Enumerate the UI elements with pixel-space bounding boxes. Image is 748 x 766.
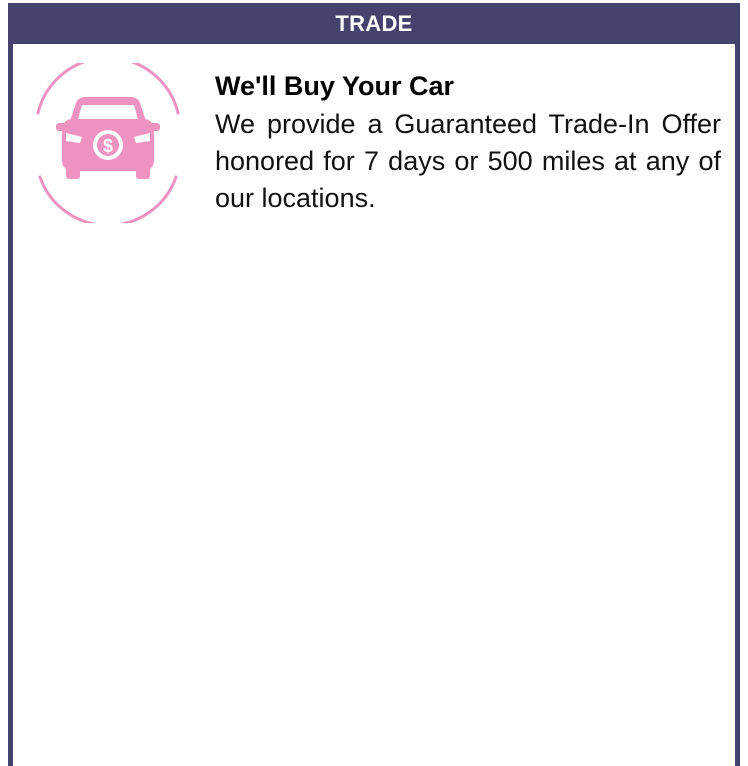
trade-panel: TRADE $ We'll Buy Your Car We provide a … — [8, 3, 740, 766]
panel-header: TRADE — [13, 4, 735, 44]
svg-text:$: $ — [103, 136, 113, 156]
feature-description: We provide a Guaranteed Trade-In Offer h… — [215, 109, 721, 213]
car-dollar-icon: $ — [30, 63, 186, 223]
feature-title: We'll Buy Your Car — [215, 71, 454, 101]
feature-content: We'll Buy Your Car We provide a Guarante… — [215, 68, 721, 217]
